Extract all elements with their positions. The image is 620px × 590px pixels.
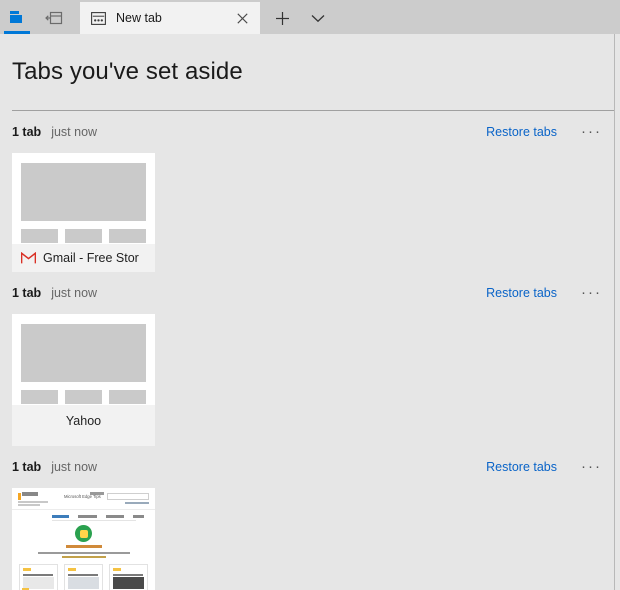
restore-tabs-link[interactable]: Restore tabs (486, 125, 557, 139)
tabs-set-aside-button[interactable] (0, 2, 34, 34)
thumbnail-subtext (18, 504, 40, 506)
placeholder-block (65, 390, 102, 404)
placeholder-block (21, 390, 58, 404)
card-title: Gmail - Free Stor (43, 251, 139, 265)
thumbnail-feature-badge-icon (75, 525, 92, 542)
set-aside-group: 1 tab just now Restore tabs ··· Yahoo (0, 272, 620, 446)
placeholder-block (65, 229, 102, 243)
group-tab-count: 1 tab (12, 125, 42, 139)
thumbnail-tile-title (68, 574, 98, 576)
page-thumbnail: Microsoft Edge Tips (12, 488, 155, 590)
more-options-icon[interactable]: ··· (581, 124, 602, 139)
card-title: Yahoo (65, 414, 102, 428)
group-timestamp: just now (51, 125, 98, 139)
group-header: 1 tab just now Restore tabs ··· (12, 272, 620, 314)
thumbnail-nav-item (52, 515, 69, 518)
set-aside-tab-card[interactable]: Yahoo (12, 314, 155, 446)
tabs-set-aside-icon (10, 11, 22, 23)
thumbnail-heading: Microsoft Edge Tips (64, 494, 101, 499)
thumbnail-nav-item (78, 515, 97, 518)
thumbnail-tile (64, 564, 103, 590)
placeholder-block (109, 390, 146, 404)
chevron-down-icon (311, 14, 325, 22)
restore-tabs-link[interactable]: Restore tabs (486, 460, 557, 474)
group-tab-count: 1 tab (12, 460, 42, 474)
thumbnail-tile-title (113, 574, 143, 576)
set-aside-tabs-page: Tabs you've set aside 1 tab just now Res… (0, 34, 620, 590)
card-label: Yahoo (12, 405, 155, 446)
close-tab-button[interactable] (230, 6, 254, 30)
thumbnail-placeholder (21, 324, 146, 382)
thumbnail-logo-text (22, 492, 38, 496)
new-tab-button[interactable] (264, 2, 300, 34)
thumbnail-body-link (62, 556, 106, 558)
card-label: Gmail - Free Stor (12, 244, 155, 272)
placeholder-block (109, 229, 146, 243)
restore-tabs-link[interactable]: Restore tabs (486, 286, 557, 300)
thumbnail-feature-caption (66, 545, 102, 548)
thumbnail-nav-item (106, 515, 124, 518)
thumbnail-logo-mark (18, 493, 21, 500)
group-header: 1 tab just now Restore tabs ··· (12, 111, 620, 153)
restore-tabs-icon (45, 11, 63, 25)
set-aside-group: 1 tab just now Restore tabs ··· Microsof… (0, 446, 620, 590)
restore-set-aside-tabs-button[interactable] (34, 2, 74, 34)
set-aside-tab-card[interactable]: Gmail - Free Stor (12, 153, 155, 272)
thumbnail-nav (52, 515, 144, 518)
more-options-icon[interactable]: ··· (581, 285, 602, 300)
close-icon (236, 12, 248, 24)
thumbnail-tile-image (68, 577, 99, 589)
plus-icon (275, 11, 289, 25)
group-timestamp: just now (51, 460, 98, 474)
thumbnail-tile (109, 564, 148, 590)
placeholder-block (21, 229, 58, 243)
thumbnail-placeholder (21, 163, 146, 221)
placeholder-block-row (21, 390, 146, 404)
tab-title: New tab (116, 11, 162, 25)
thumbnail-search-box (107, 493, 149, 500)
thumbnail-body-line (38, 552, 130, 554)
new-tab-icon (90, 10, 106, 26)
thumbnail-subtext (18, 501, 48, 503)
thumbnail-search-link (125, 502, 149, 504)
tab-list-button[interactable] (300, 2, 336, 34)
page-scrollbar[interactable] (614, 34, 620, 590)
thumbnail-tile-tag (68, 568, 76, 571)
group-tab-count: 1 tab (12, 286, 42, 300)
thumbnail-tile-tag (23, 568, 31, 571)
group-header: 1 tab just now Restore tabs ··· (12, 446, 620, 488)
thumbnail-nav-item (133, 515, 144, 518)
thumbnail-nav-divider (52, 520, 136, 521)
set-aside-tab-card[interactable]: Microsoft Edge Tips (12, 488, 155, 590)
more-options-icon[interactable]: ··· (581, 459, 602, 474)
browser-titlebar: New tab (0, 0, 620, 34)
set-aside-group: 1 tab just now Restore tabs ··· Gmail - … (0, 111, 620, 272)
thumbnail-tile (19, 564, 58, 590)
gmail-icon (20, 250, 36, 266)
placeholder-hero-block (21, 324, 146, 382)
group-timestamp: just now (51, 286, 98, 300)
thumbnail-tile-image (113, 577, 144, 589)
thumbnail-tile-tag (113, 568, 121, 571)
thumbnail-tile-title (23, 574, 53, 576)
browser-tab[interactable]: New tab (80, 2, 260, 34)
page-title: Tabs you've set aside (12, 58, 243, 85)
placeholder-block-row (21, 229, 146, 243)
placeholder-hero-block (21, 163, 146, 221)
thumbnail-tile-row (19, 564, 148, 590)
